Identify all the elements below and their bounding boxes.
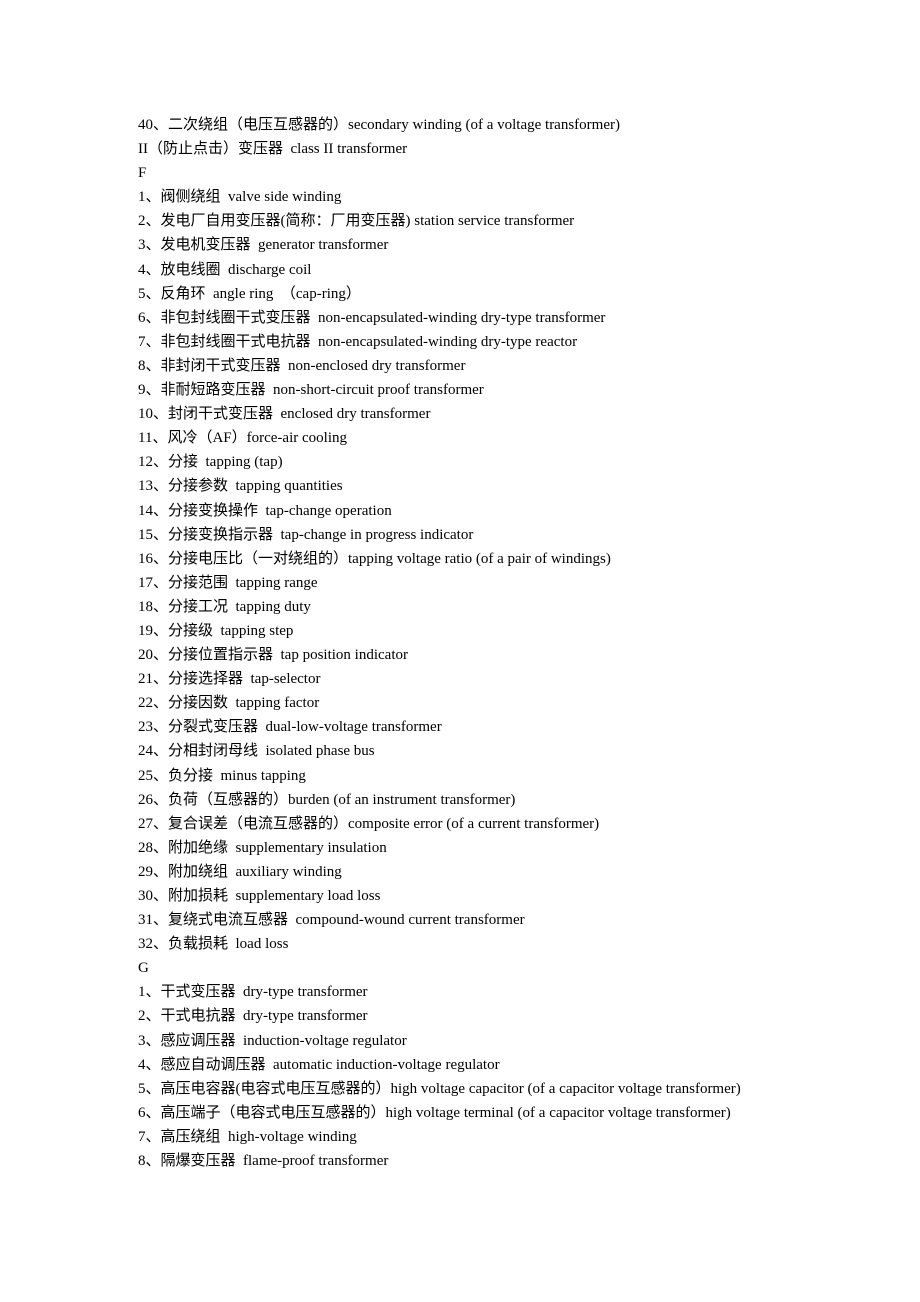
- glossary-entry: 1、阀侧绕组 valve side winding: [138, 189, 342, 206]
- glossary-entry: 8、隔爆变压器 flame-proof transformer: [138, 1153, 389, 1170]
- glossary-entry: 3、发电机变压器 generator transformer: [138, 237, 389, 254]
- document-body: 40、二次绕组（电压互感器的）secondary winding (of a v…: [138, 113, 898, 1173]
- glossary-entry: 7、高压绕组 high-voltage winding: [138, 1128, 357, 1145]
- glossary-entry: 20、分接位置指示器 tap position indicator: [138, 647, 408, 664]
- glossary-entry: 25、负分接 minus tapping: [138, 767, 306, 784]
- glossary-entry: 10、封闭干式变压器 enclosed dry transformer: [138, 406, 431, 423]
- glossary-entry: 23、分裂式变压器 dual-low-voltage transformer: [138, 719, 442, 736]
- glossary-entry: 4、感应自动调压器 automatic induction-voltage re…: [138, 1056, 500, 1073]
- glossary-entry: 22、分接因数 tapping factor: [138, 695, 320, 712]
- glossary-entry: 28、附加绝缘 supplementary insulation: [138, 839, 387, 856]
- glossary-entry: 14、分接变换操作 tap-change operation: [138, 502, 392, 519]
- glossary-entry: 19、分接级 tapping step: [138, 622, 294, 639]
- glossary-entry: 24、分相封闭母线 isolated phase bus: [138, 743, 375, 760]
- glossary-entry: 31、复绕式电流互感器 compound-wound current trans…: [138, 912, 525, 929]
- glossary-entry: 40、二次绕组（电压互感器的）secondary winding (of a v…: [138, 117, 620, 133]
- glossary-entry: 16、分接电压比（一对绕组的）tapping voltage ratio (of…: [138, 550, 611, 567]
- glossary-entry: 2、干式电抗器 dry-type transformer: [138, 1008, 368, 1025]
- glossary-entry: 13、分接参数 tapping quantities: [138, 478, 343, 495]
- glossary-entry: 8、非封闭干式变压器 non-enclosed dry transformer: [138, 357, 466, 374]
- glossary-entry: 4、放电线圈 discharge coil: [138, 261, 312, 278]
- glossary-entry: 32、负载损耗 load loss: [138, 936, 289, 953]
- glossary-entry: 30、附加损耗 supplementary load loss: [138, 888, 381, 904]
- glossary-entry: 6、非包封线圈干式变压器 non-encapsulated-winding dr…: [138, 309, 606, 326]
- glossary-entry: 27、复合误差（电流互感器的）composite error (of a cur…: [138, 815, 600, 832]
- section-heading: F: [138, 165, 147, 182]
- section-heading: G: [138, 960, 149, 977]
- glossary-entry: 15、分接变换指示器 tap-change in progress indica…: [138, 526, 474, 543]
- glossary-entry: 9、非耐短路变压器 non-short-circuit proof transf…: [138, 382, 484, 399]
- glossary-entry: 29、附加绕组 auxiliary winding: [138, 863, 342, 880]
- glossary-entry: 3、感应调压器 induction-voltage regulator: [138, 1032, 407, 1049]
- glossary-entry: 5、反角环 angle ring （cap-ring）: [138, 285, 361, 302]
- glossary-entry: 11、风冷（AF）force-air cooling: [138, 430, 347, 447]
- glossary-entry: 26、负荷（互感器的）burden (of an instrument tran…: [138, 791, 516, 808]
- glossary-entry: 5、高压电容器(电容式电压互感器的）high voltage capacitor…: [138, 1080, 741, 1097]
- glossary-entry: 6、高压端子（电容式电压互感器的）high voltage terminal (…: [138, 1104, 731, 1121]
- glossary-entry: 21、分接选择器 tap-selector: [138, 671, 321, 688]
- glossary-entry: 7、非包封线圈干式电抗器 non-encapsulated-winding dr…: [138, 333, 578, 350]
- glossary-entry: 17、分接范围 tapping range: [138, 574, 318, 591]
- glossary-entry: 12、分接 tapping (tap): [138, 454, 283, 471]
- glossary-entry: 18、分接工况 tapping duty: [138, 598, 311, 615]
- glossary-entry: 1、干式变压器 dry-type transformer: [138, 984, 368, 1001]
- glossary-entry: 2、发电厂自用变压器(简称：厂用变压器) station service tra…: [138, 213, 575, 230]
- glossary-entry: II（防止点击）变压器 class II transformer: [138, 141, 408, 158]
